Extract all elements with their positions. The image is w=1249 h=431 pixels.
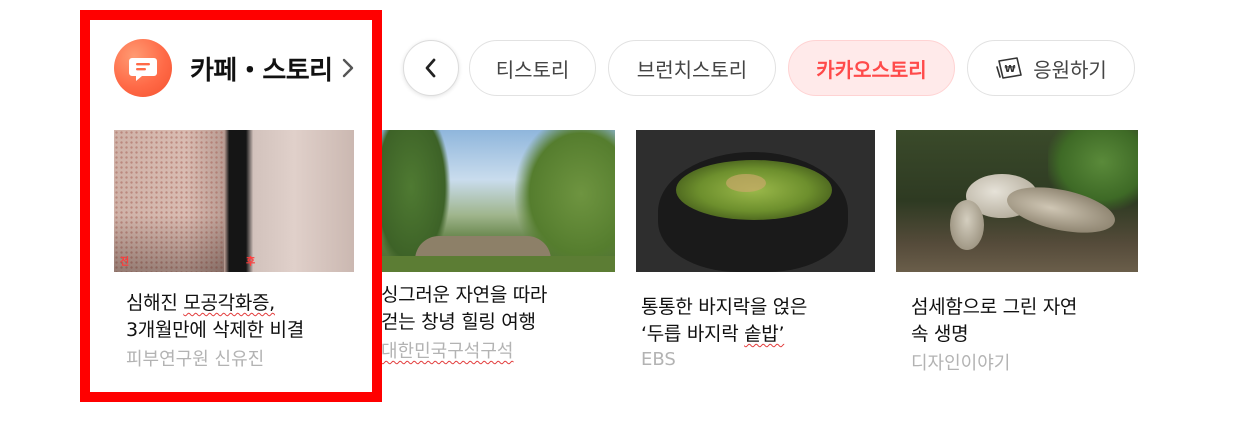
card-source: 대한민국구석구석 [381, 337, 615, 363]
card-title-line: 속 생명 [911, 323, 969, 345]
page-title: 카페・스토리 [190, 55, 333, 86]
before-label: 전 [120, 257, 130, 268]
tab-cheer[interactable]: ₩ 응원하기 [967, 40, 1135, 96]
stone-bridge-landscape-photo [381, 130, 615, 272]
card-title: 심해진 모공각화증, 3개월만에 삭제한 비결 [126, 290, 354, 344]
tab-label: 카카오스토리 [816, 57, 927, 82]
card-title-line: 걷는 창녕 힐링 여행 [381, 311, 536, 333]
card-title: 통통한 바지락을 얹은 ‘두릅 바지락 솥밥’ [641, 294, 875, 348]
tab-brunch-story[interactable]: 브런치스토리 [608, 40, 776, 96]
skin-before-after-photo: 전 후 [114, 130, 354, 272]
card-title-line: 3개월만에 삭제한 비결 [126, 319, 304, 341]
card-title-line: 통통한 바지락을 얹은 [641, 296, 808, 318]
after-label: 후 [246, 257, 256, 268]
card-title-line: 심해진 모공각화증, [126, 292, 275, 314]
chevron-right-icon[interactable] [341, 56, 355, 80]
card-title-word: 솥밥’ [744, 323, 785, 345]
story-card-1[interactable]: 전 후 심해진 모공각화증, 3개월만에 삭제한 비결 피부연구원 신유진 [114, 130, 354, 371]
card-source: EBS [641, 349, 676, 370]
card-title: 섬세함으로 그린 자연 속 생명 [911, 294, 1138, 348]
tab-tistory[interactable]: 티스토리 [469, 40, 596, 96]
card-title-line: 싱그러운 자연을 따라 [381, 284, 548, 306]
clam-rice-pot-photo [636, 130, 875, 272]
story-card-4[interactable]: 섬세함으로 그린 자연 속 생명 디자인이야기 [896, 130, 1138, 375]
card-source-text: 대한민국구석구석 [381, 341, 514, 362]
prev-button[interactable] [403, 40, 459, 96]
bird-painting-photo [896, 130, 1138, 272]
card-title-line: ‘두릅 바지락 솥밥’ [641, 323, 785, 345]
card-title-word: 모공각화증, [183, 292, 275, 314]
card-source: 디자인이야기 [911, 353, 1011, 374]
brand-header[interactable]: 카페・스토리 [114, 39, 355, 97]
cheer-won-icon: ₩ [995, 55, 1025, 81]
story-card-2[interactable]: 싱그러운 자연을 따라 걷는 창녕 힐링 여행 대한민국구석구석 [381, 130, 615, 363]
story-card-3[interactable]: 통통한 바지락을 얹은 ‘두릅 바지락 솥밥’ EBS [636, 130, 875, 370]
chevron-left-icon [425, 58, 436, 78]
tab-kakao-story[interactable]: 카카오스토리 [788, 40, 955, 96]
tab-label: 티스토리 [495, 57, 570, 82]
chat-bubble-icon [114, 39, 172, 97]
card-source: 피부연구원 신유진 [126, 349, 265, 370]
card-title-line: 섬세함으로 그린 자연 [911, 296, 1078, 318]
tab-label: 브런치스토리 [636, 57, 748, 82]
card-title: 싱그러운 자연을 따라 걷는 창녕 힐링 여행 [381, 282, 615, 336]
tab-label: 응원하기 [1033, 57, 1107, 82]
svg-text:₩: ₩ [1005, 64, 1016, 75]
